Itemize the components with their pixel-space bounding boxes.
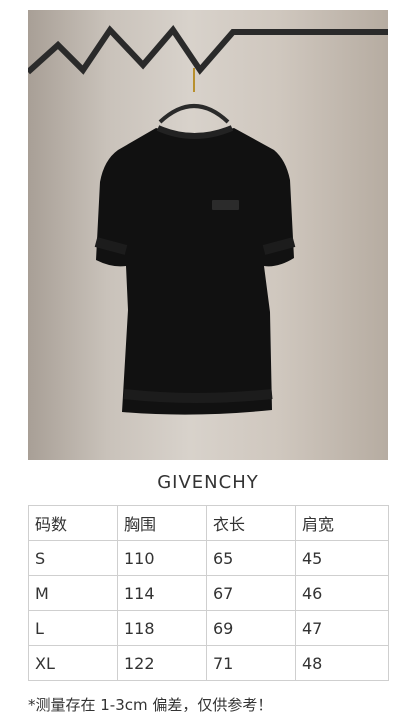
tshirt-image (28, 25, 388, 415)
table-cell: 71 (206, 645, 296, 681)
table-cell: 114 (117, 575, 207, 611)
table-cell: 45 (295, 540, 389, 576)
brand-name: GIVENCHY (157, 472, 259, 493)
tshirt-body (96, 128, 294, 415)
table-cell: 65 (206, 540, 296, 576)
table-cell: 122 (117, 645, 207, 681)
zigzag-rail (28, 25, 388, 75)
table-cell: 69 (206, 610, 296, 646)
logo-patch (212, 200, 239, 210)
table-header-row: 码数 胸围 衣长 肩宽 (28, 505, 389, 541)
table-row: M 114 67 46 (28, 575, 389, 611)
header-cell: 衣长 (206, 505, 296, 541)
table-cell: 118 (117, 610, 207, 646)
header-cell: 肩宽 (295, 505, 389, 541)
table-cell: 46 (295, 575, 389, 611)
hanger (158, 104, 230, 124)
table-cell: S (28, 540, 118, 576)
size-chart-table: 码数 胸围 衣长 肩宽 S 110 65 45 M 114 67 46 L 11… (28, 505, 389, 681)
tshirt-collar (156, 125, 234, 139)
table-cell: 67 (206, 575, 296, 611)
product-photo (28, 10, 388, 460)
table-cell: M (28, 575, 118, 611)
measurement-note: *测量存在 1-3cm 偏差，仅供参考！ (28, 696, 273, 714)
table-cell: L (28, 610, 118, 646)
header-cell: 胸围 (117, 505, 207, 541)
table-cell: 47 (295, 610, 389, 646)
table-cell: XL (28, 645, 118, 681)
tshirt-hem (123, 389, 273, 403)
header-cell: 码数 (28, 505, 118, 541)
table-cell: 48 (295, 645, 389, 681)
table-row: L 118 69 47 (28, 610, 389, 646)
table-row: S 110 65 45 (28, 540, 389, 576)
table-row: XL 122 71 48 (28, 645, 389, 681)
table-cell: 110 (117, 540, 207, 576)
